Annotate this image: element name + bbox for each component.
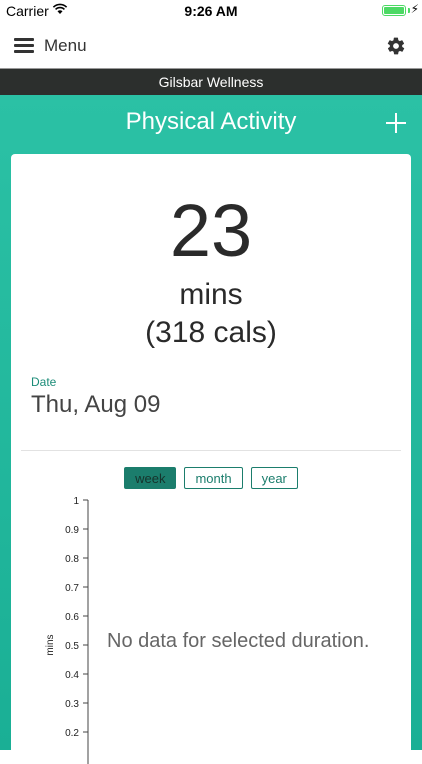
status-bar: Carrier 9:26 AM ⚡ (0, 0, 422, 22)
y-tick-label: 0.6 (65, 612, 79, 623)
gear-icon[interactable] (386, 36, 406, 56)
date-value[interactable]: Thu, Aug 09 (31, 391, 160, 419)
calories-value: (318 cals) (145, 316, 277, 349)
clock: 9:26 AM (184, 3, 238, 19)
y-tick-label: 0.3 (65, 699, 79, 710)
menu-label: Menu (44, 36, 87, 55)
y-tick-label: 0.4 (65, 670, 79, 681)
hamburger-icon (14, 38, 34, 54)
y-tick-label: 0.9 (65, 525, 79, 536)
battery-level (384, 7, 404, 14)
y-tick-label: 0.8 (65, 554, 79, 565)
battery-icon (382, 5, 406, 16)
divider (21, 450, 401, 451)
y-axis-label: mins (45, 634, 56, 655)
empty-message: No data for selected duration. (107, 630, 370, 652)
brand-bar: Gilsbar Wellness (0, 68, 422, 96)
activity-chart: 1 0.9 0.8 0.7 0.6 0.5 0.4 0.3 0.2 mins (45, 496, 89, 764)
page-title: Physical Activity (125, 108, 297, 135)
plus-icon[interactable] (386, 113, 406, 133)
y-tick-label: 1 (73, 496, 79, 507)
y-tick-label: 0.5 (65, 641, 79, 652)
charging-icon: ⚡ (410, 2, 419, 16)
menu-button[interactable]: Menu (14, 34, 87, 58)
y-tick-label: 0.7 (65, 583, 79, 594)
date-label: Date (31, 375, 57, 389)
minutes-value: 23 (169, 189, 253, 272)
y-tick-label: 0.2 (65, 728, 79, 739)
activity-card: 23 mins (318 cals) Date Thu, Aug 09 week… (11, 154, 411, 764)
minutes-unit: mins (179, 278, 243, 311)
nav-bar: Menu (0, 22, 422, 68)
